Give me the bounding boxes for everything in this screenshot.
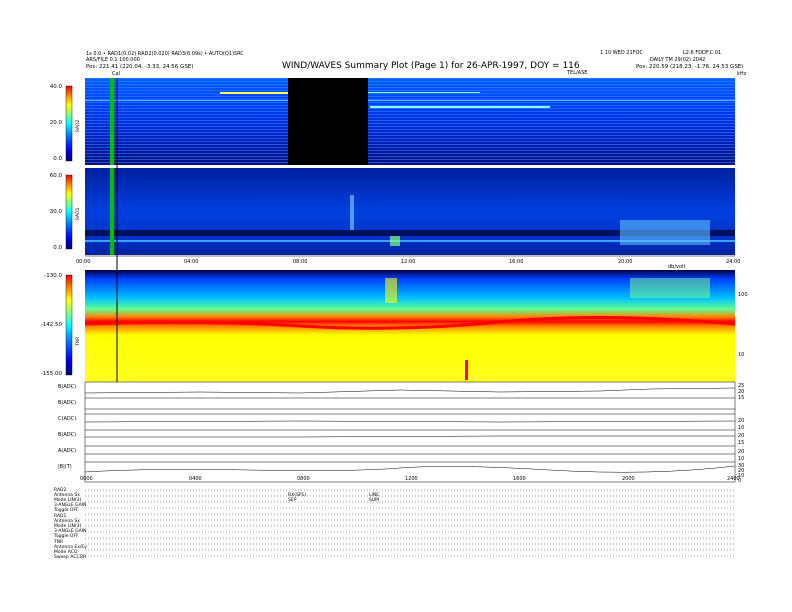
time-tick: 08:00 xyxy=(293,259,308,265)
tnr-cbar-tick-bottom: -155.00 xyxy=(40,371,62,377)
line-right-tick: 15 xyxy=(738,440,745,446)
bottom-time-tick: 1200 xyxy=(405,476,418,482)
bottom-time-tick: 0000 xyxy=(80,476,93,482)
line-panel-label: B(ADC) xyxy=(58,400,77,406)
line-right-tick: 10 xyxy=(738,425,745,431)
line-panel-label: A(ADC) xyxy=(58,448,77,454)
info-row: Toggle OFF xyxy=(54,508,79,513)
time-tick: 20:00 xyxy=(618,259,633,265)
tnr-right-tick-100: 100 xyxy=(738,292,748,298)
line-panel-label: C(ADC) xyxy=(58,416,77,422)
rad1-label: RAD1 xyxy=(76,207,81,220)
line-panel-label: |B|(T) xyxy=(58,464,72,470)
tnr-panel xyxy=(84,270,736,382)
rad2-colorbar xyxy=(65,85,73,162)
time-tick: 12:00 xyxy=(401,259,416,265)
rad1-cbar-tick-top: 60.0 xyxy=(49,173,62,179)
info-row: Toggle OFF xyxy=(54,534,79,539)
bottom-time-tick: 2000 xyxy=(622,476,635,482)
tnr-cbar-tick-mid: -142.50 xyxy=(40,322,62,328)
time-tick: 04:00 xyxy=(184,259,199,265)
info-col3: SUM xyxy=(369,498,380,503)
bottom-time-tick: 2400 xyxy=(727,476,740,482)
line-panel-label: B(ADC) xyxy=(58,432,77,438)
rad2-data-gap xyxy=(288,78,368,165)
line-right-tick: 20 xyxy=(738,449,745,455)
line-panels xyxy=(84,381,736,483)
time-tick: 24:00 xyxy=(726,259,741,265)
line-panel-label: B(ADC) xyxy=(58,384,77,390)
rad-right-unit: kHz xyxy=(737,71,747,77)
info-col2: SEP xyxy=(288,498,297,503)
tnr-right-tick-10: 10 xyxy=(738,352,745,358)
rad1-cbar-tick-mid: 30.0 xyxy=(49,209,62,215)
tnr-colorbar xyxy=(65,274,73,376)
info-row: Sweep ACCOR xyxy=(54,555,87,560)
tnr-label: TNR xyxy=(76,336,81,346)
bottom-time-tick: 0400 xyxy=(189,476,202,482)
rad2-label: RAD2 xyxy=(76,119,81,132)
rad2-cbar-tick-mid: 20.0 xyxy=(49,120,62,126)
tnr-right-header: db/volt xyxy=(668,264,686,270)
bottom-dotted-lines xyxy=(85,489,735,557)
rad1-panel xyxy=(85,168,735,255)
line-right-tick: 10 xyxy=(738,456,745,462)
rad2-panel xyxy=(85,78,735,165)
rad1-cbar-tick-bottom: 0.0 xyxy=(53,245,62,251)
time-tick: 16:00 xyxy=(509,259,524,265)
rad2-cbar-tick-top: 40.0 xyxy=(49,84,62,90)
rad2-cbar-tick-bottom: 0.0 xyxy=(53,156,62,162)
bottom-time-tick: 1600 xyxy=(513,476,526,482)
tnr-cbar-tick-top: -130.0 xyxy=(44,273,62,279)
line-right-tick: 20 xyxy=(738,433,745,439)
rad1-colorbar xyxy=(65,174,73,250)
time-tick: 00:00 xyxy=(76,259,91,265)
line-right-tick: 20 xyxy=(738,418,745,424)
bottom-time-tick: 0800 xyxy=(297,476,310,482)
figure-canvas xyxy=(65,78,736,557)
line-right-tick: 15 xyxy=(738,395,745,401)
